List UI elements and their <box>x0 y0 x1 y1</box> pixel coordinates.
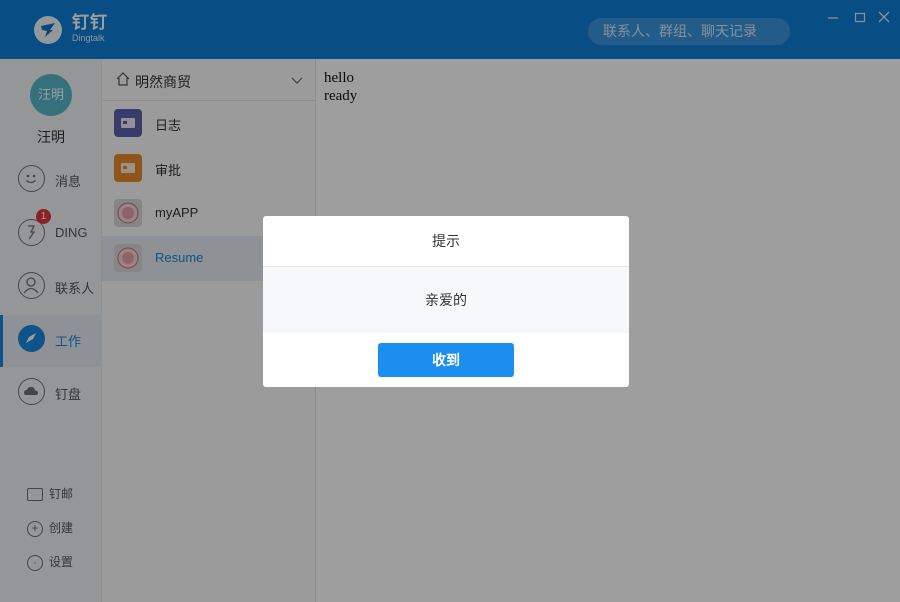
dialog-footer: 收到 <box>263 333 629 387</box>
dialog-message: 亲爱的 <box>263 267 629 333</box>
alert-dialog: 提示 亲爱的 收到 <box>263 216 629 387</box>
confirm-button[interactable]: 收到 <box>378 343 514 377</box>
dialog-title: 提示 <box>263 216 629 267</box>
